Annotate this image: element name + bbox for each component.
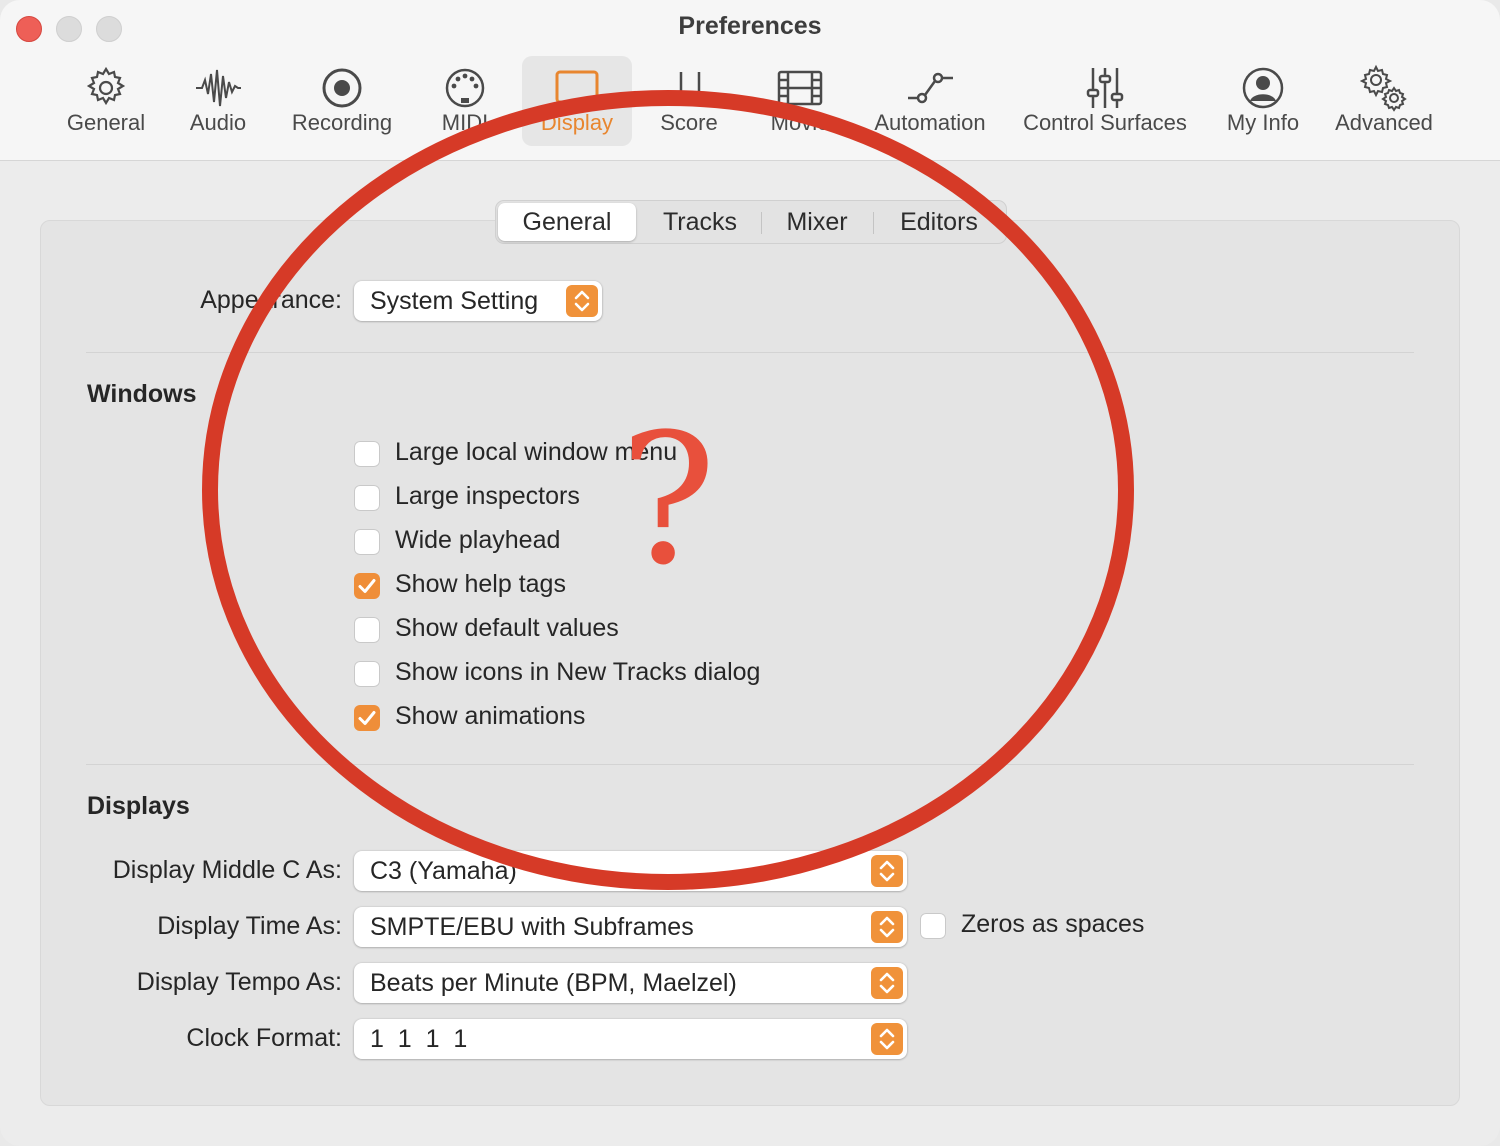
toolbar-label: My Info [1226, 110, 1300, 135]
checkbox-label: Show help tags [395, 570, 566, 598]
tempo-value: Beats per Minute (BPM, Maelzel) [370, 969, 737, 997]
appearance-value: System Setting [370, 287, 539, 315]
toolbar-recording[interactable]: Recording [282, 56, 402, 146]
time-value: SMPTE/EBU with Subframes [370, 913, 694, 941]
chevron-up-down-icon [879, 916, 895, 938]
clock-format-label: Clock Format: [186, 1024, 342, 1052]
popup-stepper [566, 285, 598, 317]
toolbar-movie[interactable]: Movie [760, 56, 840, 146]
toolbar-audio[interactable]: Audio [178, 56, 258, 146]
faders-icon [1086, 68, 1124, 108]
automation-curve-icon [908, 72, 953, 104]
tab-bar: General Tracks Mixer Editors [495, 200, 1007, 244]
checkbox-label: Zeros as spaces [961, 910, 1145, 938]
checkbox[interactable] [354, 617, 380, 643]
time-popup[interactable]: SMPTE/EBU with Subframes [354, 907, 907, 947]
middle-c-value: C3 (Yamaha) [370, 857, 517, 885]
film-icon [777, 70, 823, 106]
toolbar-label: Recording [291, 110, 393, 135]
chevron-up-down-icon [879, 860, 895, 882]
checkbox-label: Show icons in New Tracks dialog [395, 658, 761, 686]
separator [86, 352, 1414, 353]
toolbar-score[interactable]: Score [650, 56, 728, 146]
gear-icon [86, 66, 126, 106]
checkbox[interactable] [354, 441, 380, 467]
toolbar-my-info[interactable]: My Info [1218, 56, 1308, 146]
appearance-label: Appearance: [200, 286, 342, 314]
checkbox-label: Large local window menu [395, 438, 678, 466]
checkmark-icon [358, 711, 376, 725]
checkbox-label: Show default values [395, 614, 619, 642]
windows-heading: Windows [87, 380, 197, 408]
midi-port-icon [445, 68, 485, 108]
preferences-window: Preferences General Audio Recording MIDI… [0, 0, 1500, 1146]
person-icon [1242, 67, 1284, 109]
checkbox-label: Large inspectors [395, 482, 580, 510]
record-icon [322, 68, 362, 108]
chevron-up-down-icon [879, 972, 895, 994]
toolbar-label: General [66, 110, 146, 135]
tab-tracks[interactable]: Tracks [640, 201, 760, 243]
popup-stepper [871, 911, 903, 943]
toolbar-label: Control Surfaces [1023, 110, 1187, 135]
gears-icon [1360, 64, 1407, 112]
checkbox[interactable] [354, 529, 380, 555]
toolbar-advanced[interactable]: Advanced [1328, 56, 1440, 146]
waveform-icon [196, 69, 241, 107]
toolbar-label: Audio [189, 110, 247, 135]
tab-general[interactable]: General [498, 203, 636, 241]
checkbox-label: Show animations [395, 702, 586, 730]
checkbox[interactable] [354, 485, 380, 511]
toolbar-general[interactable]: General [56, 56, 156, 146]
clock-format-popup[interactable]: 1 1 1 1 [354, 1019, 907, 1059]
clock-format-value: 1 1 1 1 [370, 1025, 468, 1053]
toolbar-label: Advanced [1335, 110, 1433, 135]
titlebar: Preferences General Audio Recording MIDI… [0, 0, 1500, 161]
popup-stepper [871, 967, 903, 999]
toolbar-label: Score [660, 110, 718, 135]
popup-stepper [871, 855, 903, 887]
checkbox[interactable] [354, 661, 380, 687]
toolbar-display[interactable]: Display [522, 56, 632, 146]
toolbar-automation[interactable]: Automation [868, 56, 992, 146]
toolbar-midi[interactable]: MIDI [425, 56, 505, 146]
checkbox-checked[interactable] [354, 705, 380, 731]
toolbar-label: Movie [770, 110, 830, 135]
checkbox-checked[interactable] [354, 573, 380, 599]
toolbar-label: Automation [874, 110, 986, 135]
score-notes-icon [669, 72, 709, 104]
checkbox[interactable] [920, 913, 946, 939]
separator [86, 764, 1414, 765]
middle-c-popup[interactable]: C3 (Yamaha) [354, 851, 907, 891]
toolbar-label: Display [540, 110, 614, 135]
tab-editors[interactable]: Editors [874, 201, 1004, 243]
chevron-up-down-icon [879, 1028, 895, 1050]
tempo-label: Display Tempo As: [136, 968, 342, 996]
appearance-popup[interactable]: System Setting [354, 281, 602, 321]
display-icon [555, 70, 599, 104]
window-title: Preferences [678, 12, 822, 40]
checkbox-label: Wide playhead [395, 526, 561, 554]
popup-stepper [871, 1023, 903, 1055]
toolbar-label: MIDI [441, 110, 489, 135]
tempo-popup[interactable]: Beats per Minute (BPM, Maelzel) [354, 963, 907, 1003]
displays-heading: Displays [87, 792, 190, 820]
chevron-up-down-icon [574, 290, 590, 312]
tab-mixer[interactable]: Mixer [762, 201, 872, 243]
checkmark-icon [358, 579, 376, 593]
toolbar-control-surfaces[interactable]: Control Surfaces [1014, 56, 1196, 146]
middle-c-label: Display Middle C As: [112, 856, 342, 884]
time-label: Display Time As: [157, 912, 342, 940]
